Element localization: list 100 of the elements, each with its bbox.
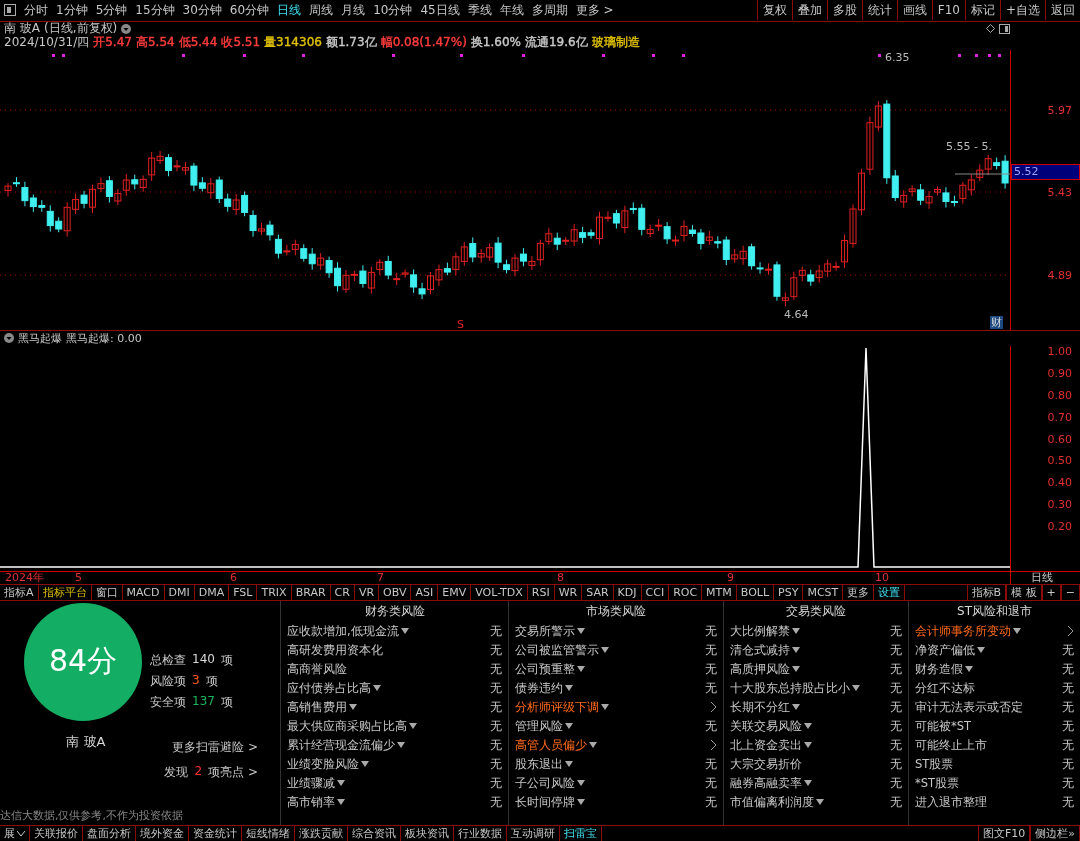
risk-item[interactable]: 高管人员偏少 <box>515 737 597 753</box>
bottom-tab[interactable]: 资金统计 <box>189 826 242 841</box>
bottom-tab[interactable]: 短线情绪 <box>242 826 295 841</box>
indicator-tab[interactable]: 指标A <box>0 584 39 600</box>
indicator-tab[interactable]: BOLL <box>736 584 775 600</box>
risk-item[interactable]: 长期不分红 <box>730 699 800 715</box>
indicator-tab[interactable]: VOL-TDX <box>471 584 528 600</box>
toolbar-button[interactable]: 叠加 <box>791 0 827 21</box>
indicator-tab[interactable]: FSL <box>229 584 258 600</box>
indicator-tab[interactable]: TRIX <box>257 584 292 600</box>
risk-item[interactable]: 市值偏离利润度 <box>730 794 824 810</box>
risk-item[interactable]: 北上资金卖出 <box>730 737 812 753</box>
risk-item[interactable]: 应付债券占比高 <box>287 680 381 696</box>
risk-item[interactable]: 业绩变脸风险 <box>287 756 369 772</box>
indicator-tab[interactable]: OBV <box>379 584 412 600</box>
side-button[interactable]: 图文F10 <box>977 826 1031 841</box>
period-tab[interactable]: 分时 <box>20 1 52 19</box>
risk-item[interactable]: 财务造假 <box>915 661 973 677</box>
finance-badge[interactable]: 财 <box>990 315 1003 329</box>
indicator-tab[interactable]: MACD <box>122 584 165 600</box>
indicator-tool-button[interactable]: 指标B <box>966 584 1007 600</box>
risk-item[interactable]: 关联交易风险 <box>730 718 812 734</box>
risk-item[interactable]: 高市销率 <box>287 794 345 810</box>
toolbar-button[interactable]: 画线 <box>896 0 932 21</box>
indicator-tool-button[interactable]: + <box>1041 584 1061 600</box>
highlight-link[interactable]: 项亮点 > <box>208 763 258 781</box>
risk-item[interactable]: 进入退市整理 <box>915 794 987 810</box>
risk-item[interactable]: 公司预重整 <box>515 661 585 677</box>
toolbar-button[interactable]: 返回 <box>1045 0 1080 21</box>
period-tab[interactable]: 60分钟 <box>225 1 274 19</box>
risk-item[interactable]: 长时间停牌 <box>515 794 585 810</box>
panel-toggle-icon[interactable] <box>4 4 16 17</box>
toolbar-button[interactable]: 复权 <box>756 0 792 21</box>
bottom-tab[interactable]: 板块资讯 <box>401 826 454 841</box>
indicator-tab[interactable]: KDJ <box>613 584 642 600</box>
risk-item[interactable]: 可能被*ST <box>915 718 972 734</box>
period-tab[interactable]: 15分钟 <box>131 1 179 19</box>
risk-item[interactable]: 最大供应商采购占比高 <box>287 718 417 734</box>
period-tab[interactable]: 年线 <box>495 1 528 19</box>
indicator-tab[interactable]: MTM <box>702 584 737 600</box>
indicator-tool-button[interactable]: − <box>1060 584 1080 600</box>
toolbar-button[interactable]: +自选 <box>999 0 1045 21</box>
risk-item[interactable]: 大宗交易折价 <box>730 756 802 772</box>
indicator-tab[interactable]: SAR <box>582 584 614 600</box>
period-tab[interactable]: 季线 <box>463 1 496 19</box>
risk-item[interactable]: 大比例解禁 <box>730 623 800 639</box>
risk-item[interactable]: 高商誉风险 <box>287 661 347 677</box>
period-tab[interactable]: 1分钟 <box>52 1 92 19</box>
risk-item[interactable]: 审计无法表示或否定 <box>915 699 1023 715</box>
risk-item[interactable]: 应收款增加,低现金流 <box>287 623 409 639</box>
risk-item[interactable]: 分析师评级下调 <box>515 699 609 715</box>
chevron-right-icon[interactable] <box>1067 625 1074 638</box>
risk-item[interactable]: 净资产偏低 <box>915 642 985 658</box>
bottom-tab[interactable]: 盘面分析 <box>83 826 136 841</box>
bottom-tab[interactable]: 展 <box>0 826 30 841</box>
risk-item[interactable]: 高销售费用 <box>287 699 357 715</box>
period-tab[interactable]: 5分钟 <box>91 1 132 19</box>
more-scan-link[interactable]: 更多扫雷避险 > <box>172 738 258 756</box>
chevron-right-icon[interactable] <box>710 739 717 752</box>
indicator-tab[interactable]: RSI <box>527 584 555 600</box>
risk-item[interactable]: 股东退出 <box>515 756 573 772</box>
side-button[interactable]: 侧边栏» <box>1030 826 1080 841</box>
indicator-tab[interactable]: CR <box>330 584 355 600</box>
period-tab[interactable]: 45日线 <box>416 1 464 19</box>
indicator-tab[interactable]: DMI <box>164 584 195 600</box>
risk-item[interactable]: 公司被监管警示 <box>515 642 609 658</box>
indicator-tab[interactable]: 指标平台 <box>38 584 92 600</box>
dropdown-icon[interactable] <box>121 23 132 34</box>
risk-item[interactable]: 分红不达标 <box>915 680 975 696</box>
settings-link[interactable]: 设置 <box>874 584 906 600</box>
toolbar-button[interactable]: F10 <box>931 0 965 21</box>
indicator-tab[interactable]: WR <box>554 584 583 600</box>
period-tab[interactable]: 日线 <box>273 1 306 19</box>
bottom-tab[interactable]: 综合资讯 <box>348 826 401 841</box>
risk-item[interactable]: 可能终止上市 <box>915 737 987 753</box>
risk-item[interactable]: 累计经营现金流偏少 <box>287 737 405 753</box>
panel-icon[interactable] <box>999 23 1010 34</box>
diamond-icon[interactable] <box>986 24 995 34</box>
indicator-tab[interactable]: VR <box>354 584 380 600</box>
period-tab[interactable]: 月线 <box>337 1 370 19</box>
bottom-tab[interactable]: 涨跌贡献 <box>295 826 348 841</box>
indicator-tab[interactable]: DMA <box>194 584 230 600</box>
period-tab[interactable]: 周线 <box>305 1 338 19</box>
indicator-tab[interactable]: 更多 <box>843 584 875 600</box>
period-tab[interactable]: 30分钟 <box>178 1 226 19</box>
risk-item[interactable]: 业绩骤减 <box>287 775 345 791</box>
dropdown-icon[interactable] <box>4 333 14 344</box>
risk-item[interactable]: 子公司风险 <box>515 775 585 791</box>
risk-item[interactable]: 融券高融卖率 <box>730 775 812 791</box>
toolbar-button[interactable]: 标记 <box>964 0 1000 21</box>
risk-item[interactable]: 交易所警示 <box>515 623 585 639</box>
bottom-tab[interactable]: 互动调研 <box>507 826 560 841</box>
risk-item[interactable]: 债券违约 <box>515 680 573 696</box>
risk-item[interactable]: 会计师事务所变动 <box>915 623 1021 639</box>
period-tab[interactable]: 多周期 <box>527 1 572 19</box>
indicator-tool-button[interactable]: 模 板 <box>1006 584 1042 600</box>
risk-item[interactable]: ST股票 <box>915 756 954 772</box>
toolbar-button[interactable]: 多股 <box>826 0 862 21</box>
indicator-tab[interactable]: BRAR <box>291 584 331 600</box>
risk-item[interactable]: 高质押风险 <box>730 661 800 677</box>
